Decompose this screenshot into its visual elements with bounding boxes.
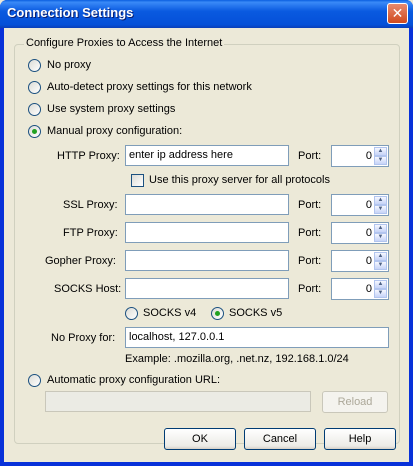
manual-proxy-label[interactable]: Manual proxy configuration: [47, 125, 182, 137]
manual-proxy-radio[interactable] [28, 125, 41, 138]
auto-detect-label[interactable]: Auto-detect proxy settings for this netw… [47, 81, 252, 93]
cancel-button[interactable]: Cancel [244, 428, 316, 450]
auto-url-radio[interactable] [28, 374, 41, 387]
gopher-port-label: Port: [298, 255, 322, 267]
no-proxy-for-label: No Proxy for: [51, 332, 116, 344]
ssl-port-stepper[interactable]: 0 ▲ ▼ [331, 194, 389, 216]
socks-port-stepper[interactable]: 0 ▲ ▼ [331, 278, 389, 300]
socks-v4-radio[interactable] [125, 307, 138, 320]
auto-url-input[interactable] [45, 391, 311, 412]
no-proxy-for-input[interactable]: localhost, 127.0.0.1 [125, 327, 389, 348]
http-port-value: 0 [365, 150, 372, 162]
no-proxy-label[interactable]: No proxy [47, 59, 91, 71]
gopher-proxy-label: Gopher Proxy: [45, 255, 116, 267]
spin-up-icon[interactable]: ▲ [374, 224, 387, 233]
system-proxy-label[interactable]: Use system proxy settings [47, 103, 175, 115]
system-proxy-radio[interactable] [28, 103, 41, 116]
ftp-proxy-label: FTP Proxy: [63, 227, 118, 239]
spin-down-icon[interactable]: ▼ [374, 205, 387, 214]
spin-up-icon[interactable]: ▲ [374, 252, 387, 261]
ssl-port-value: 0 [365, 199, 372, 211]
reload-button[interactable]: Reload [322, 391, 388, 413]
socks-host-input[interactable] [125, 278, 289, 299]
spin-down-icon[interactable]: ▼ [374, 289, 387, 298]
ssl-port-label: Port: [298, 199, 322, 211]
proxy-group: Configure Proxies to Access the Internet… [14, 37, 400, 444]
socks-v5-radio[interactable] [211, 307, 224, 320]
spin-up-icon[interactable]: ▲ [374, 147, 387, 156]
socks-host-label: SOCKS Host: [54, 283, 122, 295]
connection-settings-window: Connection Settings ✕ Configure Proxies … [0, 0, 413, 466]
socks-v4-label[interactable]: SOCKS v4 [143, 307, 196, 319]
spin-down-icon[interactable]: ▼ [374, 233, 387, 242]
gopher-port-value: 0 [365, 255, 372, 267]
spin-down-icon[interactable]: ▼ [374, 261, 387, 270]
use-all-protocols-checkbox[interactable] [131, 174, 144, 187]
socks-port-value: 0 [365, 283, 372, 295]
ftp-port-stepper[interactable]: 0 ▲ ▼ [331, 222, 389, 244]
group-legend: Configure Proxies to Access the Internet [24, 37, 225, 49]
http-proxy-input[interactable]: enter ip address here [125, 145, 289, 166]
auto-url-label[interactable]: Automatic proxy configuration URL: [47, 374, 220, 386]
socks-port-label: Port: [298, 283, 322, 295]
http-port-stepper[interactable]: 0 ▲ ▼ [331, 145, 389, 167]
ssl-proxy-label: SSL Proxy: [63, 199, 118, 211]
spin-up-icon[interactable]: ▲ [374, 196, 387, 205]
ftp-port-value: 0 [365, 227, 372, 239]
socks-v5-label[interactable]: SOCKS v5 [229, 307, 282, 319]
window-title: Connection Settings [7, 5, 134, 20]
gopher-port-stepper[interactable]: 0 ▲ ▼ [331, 250, 389, 272]
close-icon[interactable]: ✕ [387, 3, 408, 24]
spin-up-icon[interactable]: ▲ [374, 280, 387, 289]
http-port-label: Port: [298, 150, 322, 162]
no-proxy-text: No proxy [47, 59, 92, 71]
gopher-proxy-input[interactable] [125, 250, 289, 271]
ok-button[interactable]: OK [164, 428, 236, 450]
help-button[interactable]: Help [324, 428, 396, 450]
use-all-protocols-label[interactable]: Use this proxy server for all protocols [149, 174, 330, 186]
no-proxy-example: Example: .mozilla.org, .net.nz, 192.168.… [125, 353, 349, 365]
spin-down-icon[interactable]: ▼ [374, 156, 387, 165]
http-proxy-label: HTTP Proxy: [57, 150, 120, 162]
ftp-proxy-input[interactable] [125, 222, 289, 243]
title-bar[interactable]: Connection Settings ✕ [0, 0, 413, 28]
no-proxy-radio[interactable] [28, 59, 41, 72]
dialog-client: Configure Proxies to Access the Internet… [4, 28, 409, 462]
ftp-port-label: Port: [298, 227, 322, 239]
auto-detect-radio[interactable] [28, 81, 41, 94]
ssl-proxy-input[interactable] [125, 194, 289, 215]
